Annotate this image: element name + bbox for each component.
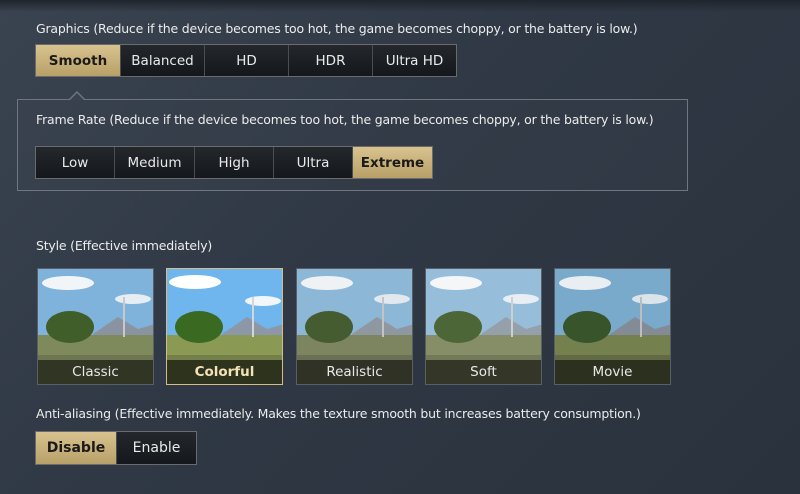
style-option-movie[interactable]: Movie [554, 268, 671, 385]
graphics-option-hd[interactable]: HD [205, 45, 289, 76]
anti-aliasing-option-enable[interactable]: Enable [117, 432, 196, 464]
graphics-label: Graphics (Reduce if the device becomes t… [36, 21, 638, 36]
graphics-option-ultra-hd[interactable]: Ultra HD [373, 45, 456, 76]
style-option-classic[interactable]: Classic [37, 268, 154, 385]
style-label: Style (Effective immediately) [36, 238, 213, 253]
style-option-realistic[interactable]: Realistic [296, 268, 413, 385]
graphics-option-hdr[interactable]: HDR [289, 45, 373, 76]
graphics-segmented-control: Smooth Balanced HD HDR Ultra HD [35, 44, 457, 77]
frame-rate-option-ultra[interactable]: Ultra [274, 147, 353, 178]
anti-aliasing-label: Anti-aliasing (Effective immediately. Ma… [36, 406, 641, 421]
style-caption-movie: Movie [555, 360, 670, 384]
frame-rate-option-low[interactable]: Low [36, 147, 115, 178]
graphics-option-smooth[interactable]: Smooth [36, 45, 121, 76]
panel-pointer-inner [70, 93, 84, 100]
style-caption-realistic: Realistic [297, 360, 412, 384]
style-caption-classic: Classic [38, 360, 153, 384]
top-strip [0, 0, 800, 12]
frame-rate-option-high[interactable]: High [195, 147, 274, 178]
style-option-soft[interactable]: Soft [425, 268, 542, 385]
frame-rate-label: Frame Rate (Reduce if the device becomes… [36, 112, 654, 127]
frame-rate-segmented-control: Low Medium High Ultra Extreme [35, 146, 433, 179]
graphics-option-balanced[interactable]: Balanced [121, 45, 205, 76]
style-option-colorful[interactable]: Colorful [166, 268, 283, 385]
anti-aliasing-segmented-control: Disable Enable [35, 431, 197, 465]
anti-aliasing-option-disable[interactable]: Disable [36, 432, 117, 464]
style-caption-colorful: Colorful [167, 360, 282, 384]
style-caption-soft: Soft [426, 360, 541, 384]
frame-rate-option-medium[interactable]: Medium [115, 147, 195, 178]
frame-rate-option-extreme[interactable]: Extreme [353, 147, 432, 178]
